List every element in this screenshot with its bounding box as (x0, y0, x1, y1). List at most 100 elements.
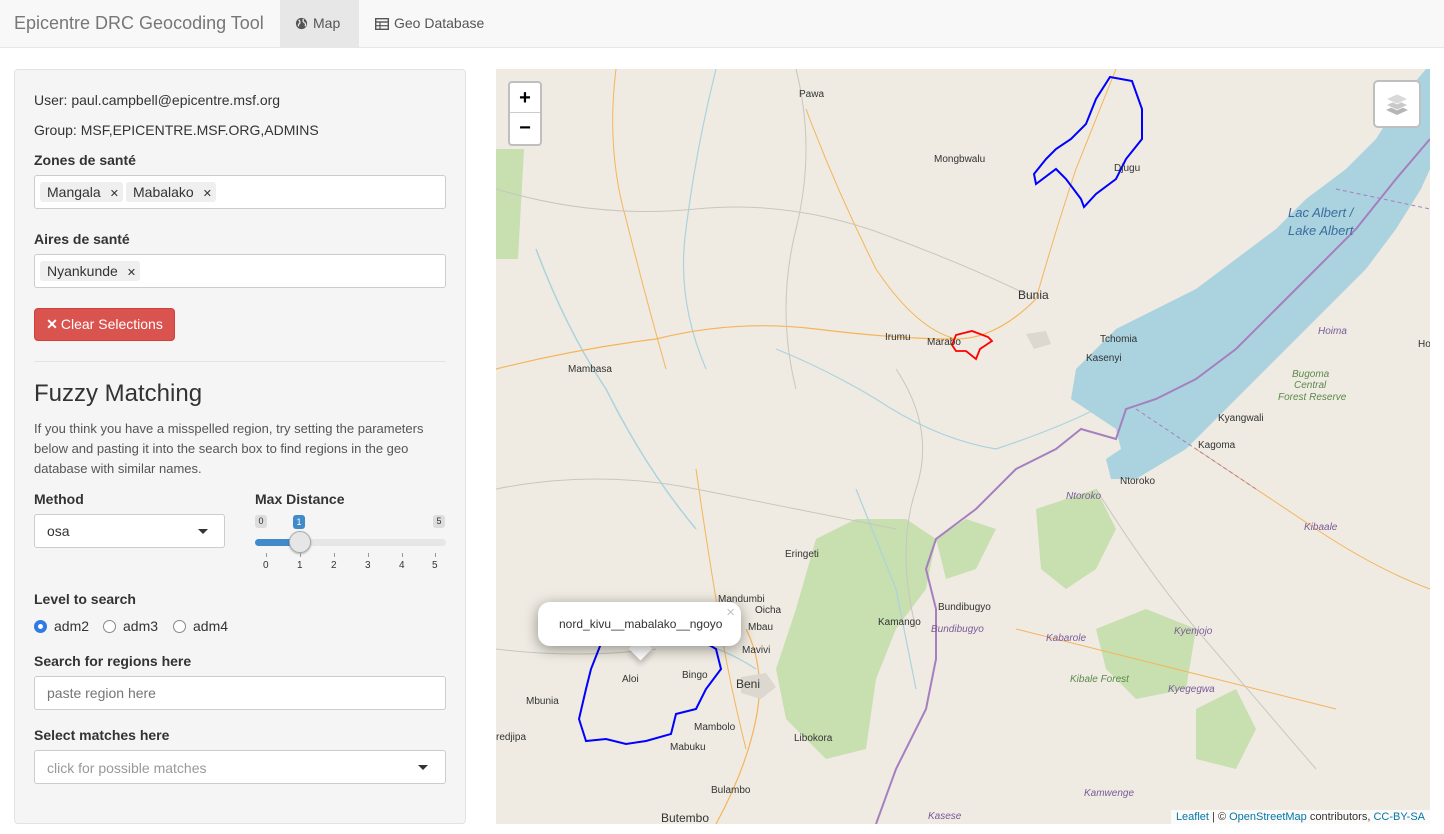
radio-adm4-label[interactable]: adm4 (193, 618, 228, 634)
zoom-control: + − (508, 81, 542, 146)
map-label: Mbau (748, 622, 773, 633)
map-label: Beni (736, 677, 760, 691)
park-area (1196, 689, 1256, 769)
popup-close-icon[interactable]: × (726, 604, 735, 621)
zone-tag-mangala: Mangala ✕ (40, 182, 123, 202)
map-label: Kasenyi (1086, 353, 1122, 364)
tab-geo-database[interactable]: Geo Database (360, 0, 499, 47)
map-label: Mongbwalu (934, 154, 985, 165)
map-label: Kamwenge (1084, 788, 1134, 799)
layers-button[interactable] (1373, 80, 1421, 128)
divider (34, 361, 446, 362)
map-label: Kyenjojo (1174, 626, 1213, 637)
zone-outline-mangala (1032, 75, 1143, 209)
chevron-down-icon (418, 765, 428, 770)
zones-label: Zones de santé (34, 152, 136, 168)
max-distance-label: Max Distance (255, 491, 345, 507)
leaflet-link[interactable]: Leaflet (1176, 811, 1209, 823)
slider-max-label: 5 (433, 515, 445, 528)
zone-tag-label: Mangala (47, 184, 101, 200)
map-label: Eringeti (785, 549, 819, 560)
map-label: Kibaale (1304, 522, 1338, 533)
matches-label: Select matches here (34, 727, 170, 743)
clear-selections-button[interactable]: ✕ Clear Selections (34, 308, 175, 341)
tab-map-label: Map (313, 15, 341, 31)
slider-tick: 1 (297, 560, 303, 571)
radio-adm3-label[interactable]: adm3 (123, 618, 158, 634)
map-label: Butembo (661, 811, 709, 824)
tab-map[interactable]: Map (280, 0, 359, 47)
app-title[interactable]: Epicentre DRC Geocoding Tool (14, 13, 264, 34)
slider-tick: 5 (432, 560, 438, 571)
aire-tag-nyankunde: Nyankunde ✕ (40, 261, 141, 281)
radio-adm2-label[interactable]: adm2 (54, 618, 89, 634)
slider-value-label: 1 (293, 515, 305, 529)
attribution-contrib: contributors, (1309, 811, 1371, 823)
zones-select[interactable]: Mangala ✕ Mabalako ✕ (34, 175, 446, 209)
aire-tag-label: Nyankunde (47, 263, 118, 279)
search-label: Search for regions here (34, 653, 192, 669)
map-label: Kagoma (1198, 440, 1236, 451)
map-label: Ntoroko (1066, 491, 1101, 502)
map-label: Tchomia (1100, 334, 1138, 345)
close-icon: ✕ (46, 316, 58, 332)
remove-tag-icon[interactable]: ✕ (127, 267, 136, 279)
osm-link[interactable]: OpenStreetMap (1229, 811, 1307, 823)
radio-adm2[interactable] (34, 620, 47, 633)
slider-handle[interactable] (288, 531, 311, 553)
map-label: Lac Albert / (1288, 205, 1355, 220)
map-label: Pawa (799, 89, 824, 100)
method-select[interactable]: osa (34, 514, 225, 548)
map-label: Kasese (928, 811, 962, 822)
slider-tick: 0 (263, 560, 269, 571)
map-label: Irumu (885, 332, 911, 343)
slider-min-label: 0 (255, 515, 267, 528)
globe-icon (295, 17, 308, 30)
user-info: User: paul.campbell@epicentre.msf.org (34, 92, 281, 108)
map-label: Marabo (927, 337, 961, 348)
clear-selections-label: Clear Selections (60, 316, 163, 332)
map-label: Mabuku (670, 742, 706, 753)
fuzzy-title: Fuzzy Matching (34, 380, 203, 407)
radio-adm3[interactable] (103, 620, 116, 633)
tab-geo-database-label: Geo Database (394, 15, 485, 31)
map-label: Mbunia (526, 696, 559, 707)
map-label: Oicha (755, 605, 782, 616)
attribution-sep: | © (1212, 811, 1227, 823)
license-link[interactable]: CC-BY-SA (1373, 811, 1425, 823)
map-label: Kyegegwa (1168, 684, 1215, 695)
zoom-out-button[interactable]: − (510, 113, 540, 143)
zoom-in-button[interactable]: + (510, 83, 540, 113)
map-label: Bundibugyo (931, 624, 984, 635)
map-label: Bunia (1018, 288, 1049, 302)
aires-label: Aires de santé (34, 231, 130, 247)
slider-grid (255, 553, 446, 559)
fuzzy-help: If you think you have a misspelled regio… (34, 421, 424, 476)
chevron-down-icon (198, 529, 208, 534)
map-label: Bulambo (711, 785, 751, 796)
map-attribution: Leaflet | © OpenStreetMap contributors, … (1170, 810, 1430, 824)
search-input[interactable] (34, 676, 446, 710)
map-popup: nord_kivu__mabalako__ngoyo × (538, 602, 741, 646)
table-icon (374, 17, 390, 31)
remove-tag-icon[interactable]: ✕ (203, 188, 212, 200)
map-label: Kyangwali (1218, 413, 1264, 424)
park-area (496, 149, 524, 259)
park-area (936, 519, 996, 579)
map-label: Forest Reserve (1278, 392, 1347, 403)
map-tiles[interactable]: Pawa Mongbwalu Djugu Lac Albert / Lake A… (496, 69, 1430, 824)
radio-adm4[interactable] (173, 620, 186, 633)
map-label: redjipa (496, 732, 526, 743)
matches-select[interactable]: click for possible matches (34, 750, 446, 784)
matches-placeholder: click for possible matches (47, 760, 207, 776)
map-container[interactable]: Pawa Mongbwalu Djugu Lac Albert / Lake A… (496, 69, 1430, 824)
map-label: Kibale Forest (1070, 674, 1130, 685)
map-label: Ho (1418, 339, 1430, 350)
slider-tick: 2 (331, 560, 337, 571)
aires-select[interactable]: Nyankunde ✕ (34, 254, 446, 288)
remove-tag-icon[interactable]: ✕ (110, 188, 119, 200)
slider-tick: 3 (365, 560, 371, 571)
group-info: Group: MSF,EPICENTRE.MSF.ORG,ADMINS (34, 122, 319, 138)
map-label: Bugoma (1292, 369, 1330, 380)
method-label: Method (34, 491, 84, 507)
